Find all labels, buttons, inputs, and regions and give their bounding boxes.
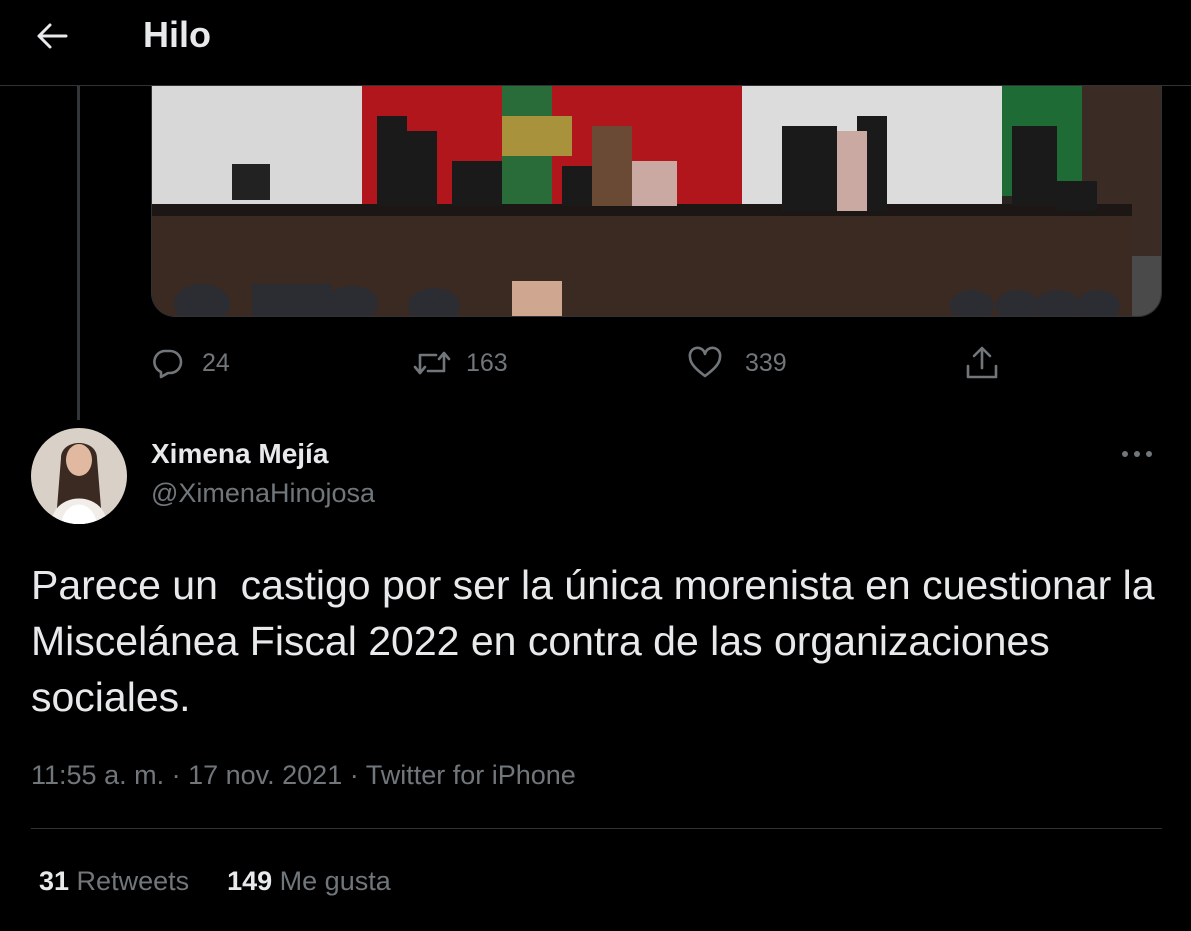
meta-separator: ·: [342, 760, 366, 790]
tweet-stats: 31 Retweets 149 Me gusta: [39, 866, 429, 897]
likes-count: 149: [227, 866, 273, 896]
share-button[interactable]: [963, 340, 1001, 386]
retweets-stat[interactable]: 31 Retweets: [39, 866, 189, 897]
retweet-count: 163: [466, 348, 508, 377]
page-title: Hilo: [143, 14, 211, 55]
likes-stat[interactable]: 149 Me gusta: [227, 866, 391, 897]
like-count: 339: [745, 348, 787, 377]
tweet-source[interactable]: Twitter for iPhone: [366, 760, 576, 790]
thread-connector-line: [77, 86, 80, 420]
tweet-media-image[interactable]: [151, 86, 1162, 317]
header-bar: Hilo: [0, 0, 1191, 86]
tweet-metadata: 11:55 a. m. · 17 nov. 2021 · Twitter for…: [31, 760, 576, 791]
reply-icon: [153, 349, 183, 379]
tweet-time[interactable]: 11:55 a. m.: [31, 760, 164, 790]
back-button[interactable]: [30, 16, 74, 56]
chamber-photo: [152, 86, 1161, 316]
retweet-button[interactable]: 163: [412, 340, 508, 386]
meta-separator: ·: [164, 760, 189, 790]
heart-icon: [688, 346, 722, 378]
reply-count: 24: [202, 348, 230, 377]
like-button[interactable]: 339: [687, 340, 787, 386]
more-horizontal-icon: [1122, 451, 1152, 457]
retweets-count: 31: [39, 866, 70, 896]
author-handle[interactable]: @XimenaHinojosa: [151, 478, 375, 509]
arrow-left-icon: [37, 23, 68, 49]
share-icon: [966, 346, 998, 379]
retweets-label: Retweets: [69, 866, 190, 896]
tweet-date[interactable]: 17 nov. 2021: [188, 760, 342, 790]
retweet-icon: [413, 351, 451, 375]
divider: [31, 828, 1162, 829]
more-options-button[interactable]: [1117, 436, 1157, 472]
tweet-text: Parece un castigo por ser la única moren…: [31, 562, 1166, 720]
tweet-actions: 24 163 339: [150, 340, 1010, 390]
avatar[interactable]: [31, 428, 127, 524]
author-name[interactable]: Ximena Mejía: [151, 438, 328, 470]
reply-button[interactable]: 24: [150, 340, 230, 386]
likes-label: Me gusta: [272, 866, 391, 896]
avatar-photo: [31, 428, 127, 524]
